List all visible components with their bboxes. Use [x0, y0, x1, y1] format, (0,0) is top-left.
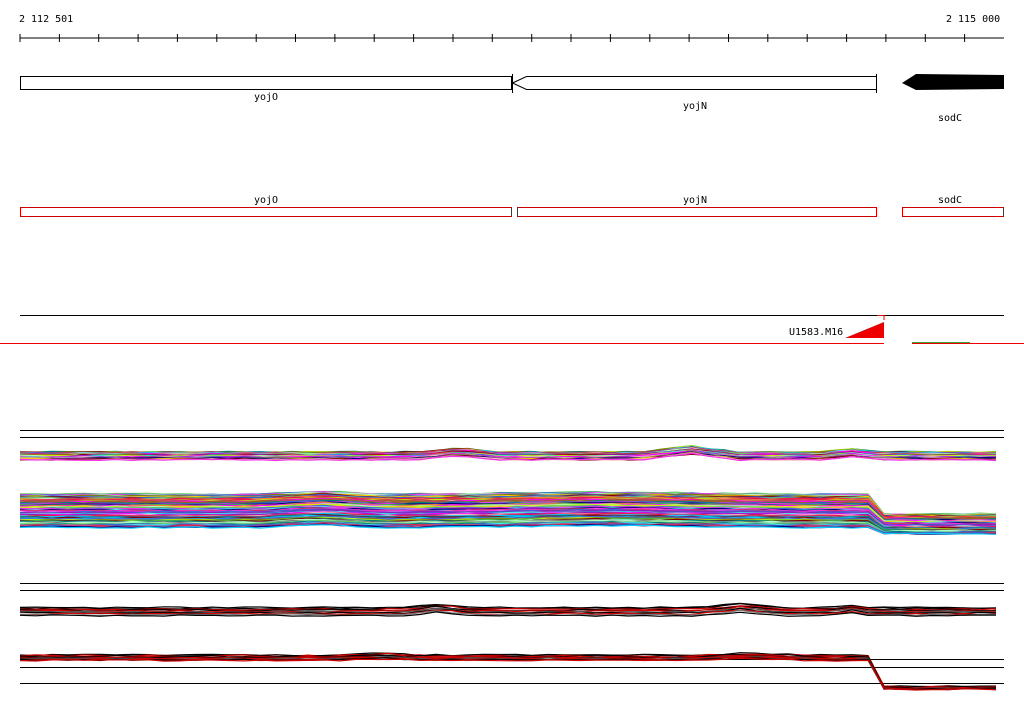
gene-yojO[interactable]: [20, 76, 512, 90]
expression-line: [19, 657, 997, 691]
genome-browser-canvas[interactable]: [0, 0, 1024, 714]
gene-sodC[interactable]: [902, 74, 1004, 90]
annotation-yojO: [20, 207, 512, 217]
annotation-track: [20, 207, 1004, 217]
expression-track-4: [19, 652, 1004, 691]
annotation-sodC: [902, 207, 1004, 217]
probe-track: [0, 315, 1024, 344]
annotation-yojN: [517, 207, 877, 217]
gene-yojN[interactable]: [511, 74, 877, 93]
probe-marker: [845, 322, 884, 338]
expression-line: [19, 657, 997, 691]
coordinate-ruler: [19, 34, 1004, 42]
expression-track-3: [19, 583, 1004, 617]
expression-track-2: [19, 490, 997, 535]
expression-track-1: [19, 430, 1004, 462]
expression-line: [19, 656, 997, 690]
